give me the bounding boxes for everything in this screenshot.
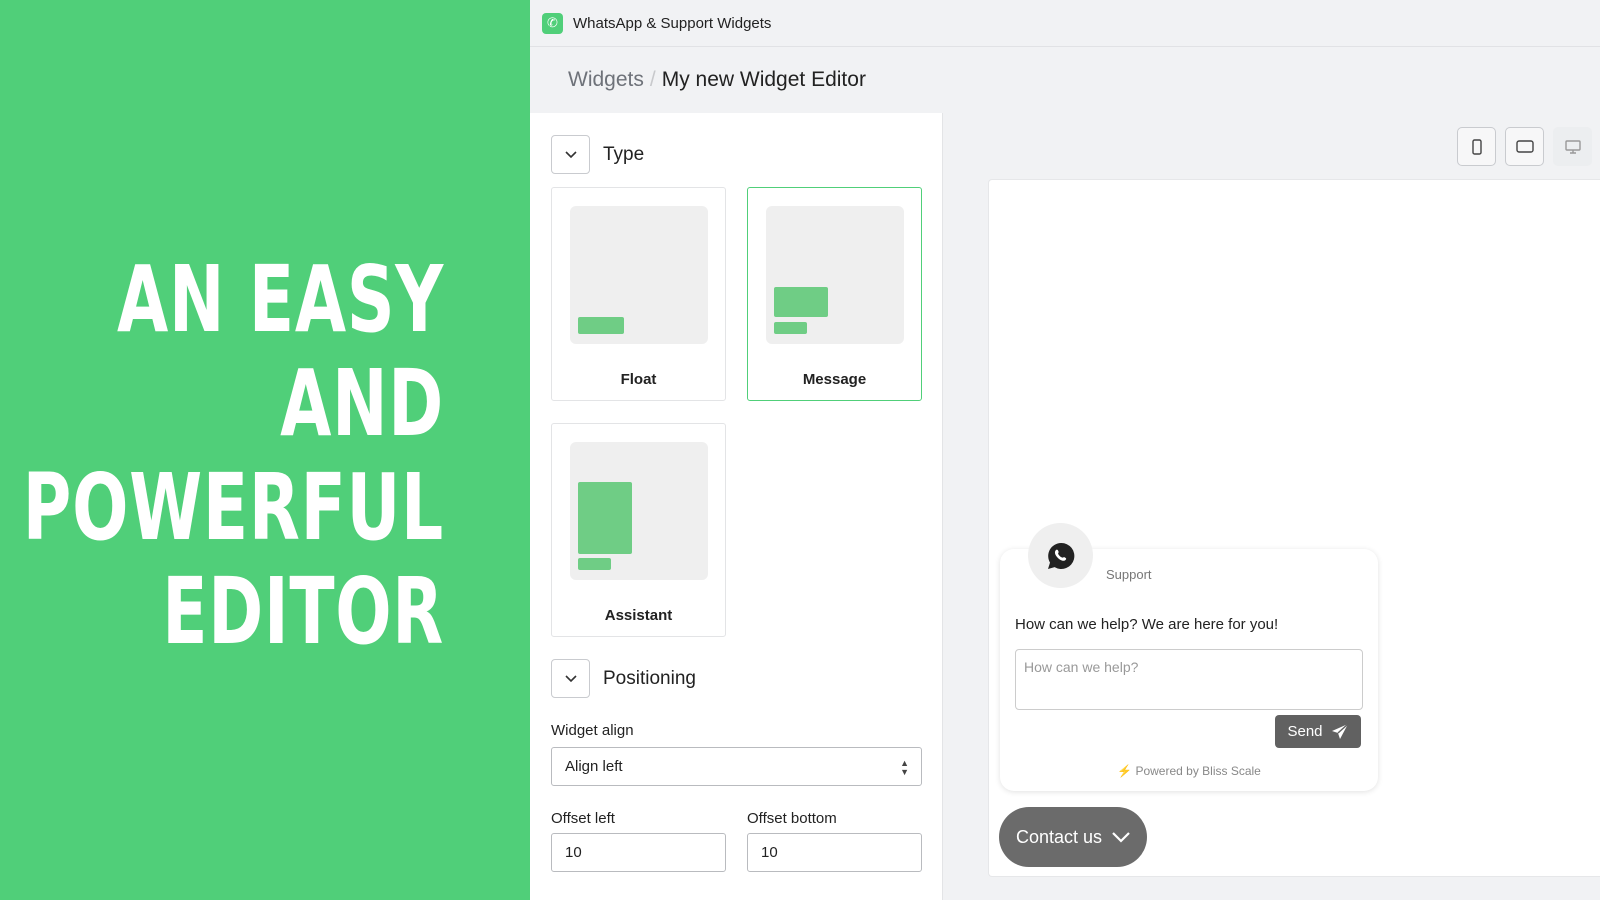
send-label: Send [1287, 723, 1323, 740]
offset-left-label: Offset left [551, 810, 615, 827]
message-textarea[interactable]: How can we help? [1015, 649, 1363, 710]
type-option-label: Assistant [604, 607, 673, 624]
promo-line: AN EASY [117, 246, 444, 353]
mobile-view-button[interactable] [1457, 127, 1496, 166]
device-switcher [1457, 127, 1600, 166]
type-option-message[interactable]: Message [747, 187, 922, 401]
paper-plane-icon [1331, 722, 1349, 739]
type-option-label: Float [620, 371, 657, 388]
offset-left-input[interactable]: 10 [551, 833, 726, 872]
desktop-view-button[interactable] [1553, 127, 1592, 166]
widget-align-select[interactable]: Align left ▲ ▼ [551, 747, 922, 786]
collapse-type-button[interactable] [551, 135, 590, 174]
promo-line: AND [280, 350, 444, 457]
type-option-assistant[interactable]: Assistant [551, 423, 726, 637]
breadcrumb: Widgets / My new Widget Editor [568, 68, 866, 92]
promo-line: POWERFUL [22, 454, 444, 561]
type-option-label: Message [802, 371, 867, 388]
lightning-icon: ⚡ [1117, 764, 1133, 778]
type-section-header: Type [551, 135, 644, 174]
editor-panel: Type Float Message Assistant Positioning… [530, 113, 943, 900]
type-option-float[interactable]: Float [551, 187, 726, 401]
select-arrows-icon: ▲ ▼ [900, 758, 909, 777]
page-title: My new Widget Editor [661, 68, 866, 91]
chevron-down-icon [1112, 831, 1130, 843]
widget-message: How can we help? We are here for you! [1015, 616, 1279, 633]
assistant-thumbnail [570, 442, 708, 580]
avatar [1028, 523, 1093, 588]
powered-by: ⚡ Powered by Bliss Scale [1000, 764, 1378, 778]
promo-panel: AN EASY AND POWERFUL EDITOR [0, 0, 530, 900]
positioning-section-header: Positioning [551, 659, 696, 698]
breadcrumb-separator: / [649, 68, 656, 91]
app-title: WhatsApp & Support Widgets [573, 14, 772, 32]
title-bar: ✆ WhatsApp & Support Widgets [530, 0, 1600, 47]
message-thumbnail [766, 206, 904, 344]
tablet-icon [1515, 140, 1534, 153]
offset-bottom-label: Offset bottom [747, 810, 837, 827]
mobile-icon [1471, 138, 1482, 155]
promo-headline: AN EASY AND POWERFUL EDITOR [23, 248, 444, 664]
chevron-down-icon [564, 674, 577, 682]
whatsapp-icon [1047, 542, 1074, 569]
send-button[interactable]: Send [1275, 715, 1361, 748]
offset-bottom-input[interactable]: 10 [747, 833, 922, 872]
contact-us-button[interactable]: Contact us [999, 807, 1147, 867]
section-title: Type [603, 143, 645, 165]
section-title: Positioning [603, 667, 696, 689]
widget-align-label: Widget align [551, 722, 634, 739]
float-thumbnail [570, 206, 708, 344]
tablet-view-button[interactable] [1505, 127, 1544, 166]
agent-name: Support [1106, 567, 1152, 582]
chevron-down-icon [564, 150, 577, 158]
widget-align-value: Align left [565, 758, 623, 775]
powered-by-text: Powered by Bliss Scale [1135, 764, 1261, 778]
promo-line: EDITOR [162, 558, 444, 665]
contact-us-label: Contact us [1015, 826, 1103, 847]
collapse-positioning-button[interactable] [551, 659, 590, 698]
desktop-icon [1564, 139, 1581, 154]
whatsapp-icon: ✆ [542, 12, 563, 34]
breadcrumb-widgets[interactable]: Widgets [568, 68, 644, 91]
